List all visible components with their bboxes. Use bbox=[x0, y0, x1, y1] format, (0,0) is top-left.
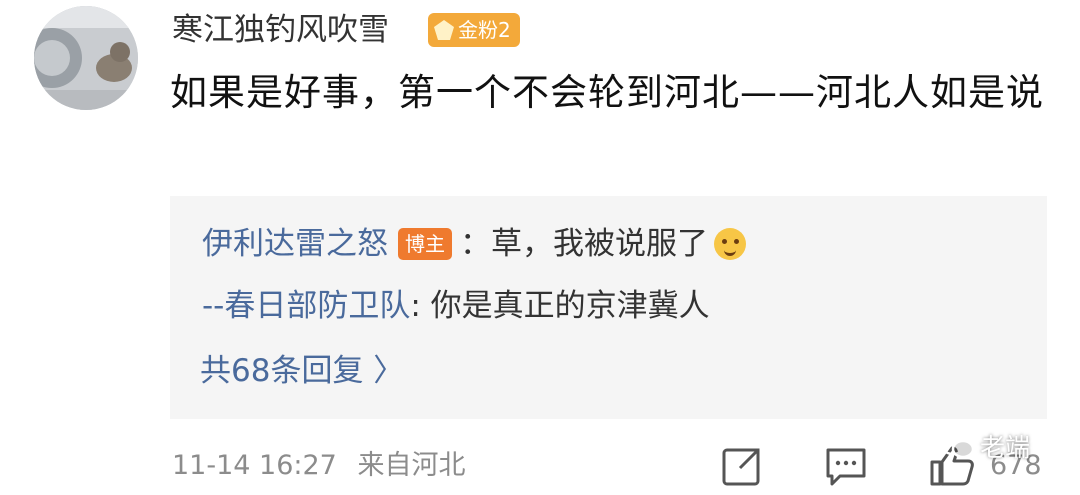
timestamp: 11-14 16:27 bbox=[172, 450, 337, 481]
reply-text: : 你是真正的京津冀人 bbox=[410, 288, 710, 324]
username[interactable]: 寒江独钓风吹雪 bbox=[172, 8, 389, 52]
reply-author[interactable]: --春日部防卫队 bbox=[202, 284, 410, 328]
comment-meta: 11-14 16:27 来自河北 bbox=[172, 446, 465, 486]
gold-fan-icon bbox=[434, 20, 454, 40]
more-replies-link[interactable]: 共68条回复 〉 bbox=[200, 349, 404, 393]
reply-author[interactable]: 伊利达雷之怒 bbox=[202, 222, 388, 266]
reply-item[interactable]: --春日部防卫队 : 你是真正的京津冀人 bbox=[202, 284, 710, 328]
avatar-image bbox=[34, 6, 138, 110]
fan-badge[interactable]: 金粉2 bbox=[428, 13, 520, 47]
comment-icon[interactable] bbox=[824, 444, 868, 492]
reply-item[interactable]: 伊利达雷之怒 博主 ：草，我被说服了 bbox=[202, 222, 746, 266]
share-icon[interactable] bbox=[720, 444, 764, 492]
watermark: 老端 bbox=[940, 428, 1030, 464]
comment-text: 如果是好事，第一个不会轮到河北——河北人如是说 bbox=[170, 71, 1044, 114]
avatar[interactable] bbox=[34, 6, 138, 110]
laugh-emoji-icon bbox=[714, 228, 746, 260]
reply-text: ：草，我被说服了 bbox=[460, 226, 708, 262]
host-badge: 博主 bbox=[398, 228, 452, 260]
watermark-text: 老端 bbox=[980, 433, 1031, 462]
fan-badge-label: 金粉2 bbox=[458, 18, 511, 42]
wechat-icon bbox=[940, 432, 974, 459]
location: 来自河北 bbox=[357, 450, 466, 481]
